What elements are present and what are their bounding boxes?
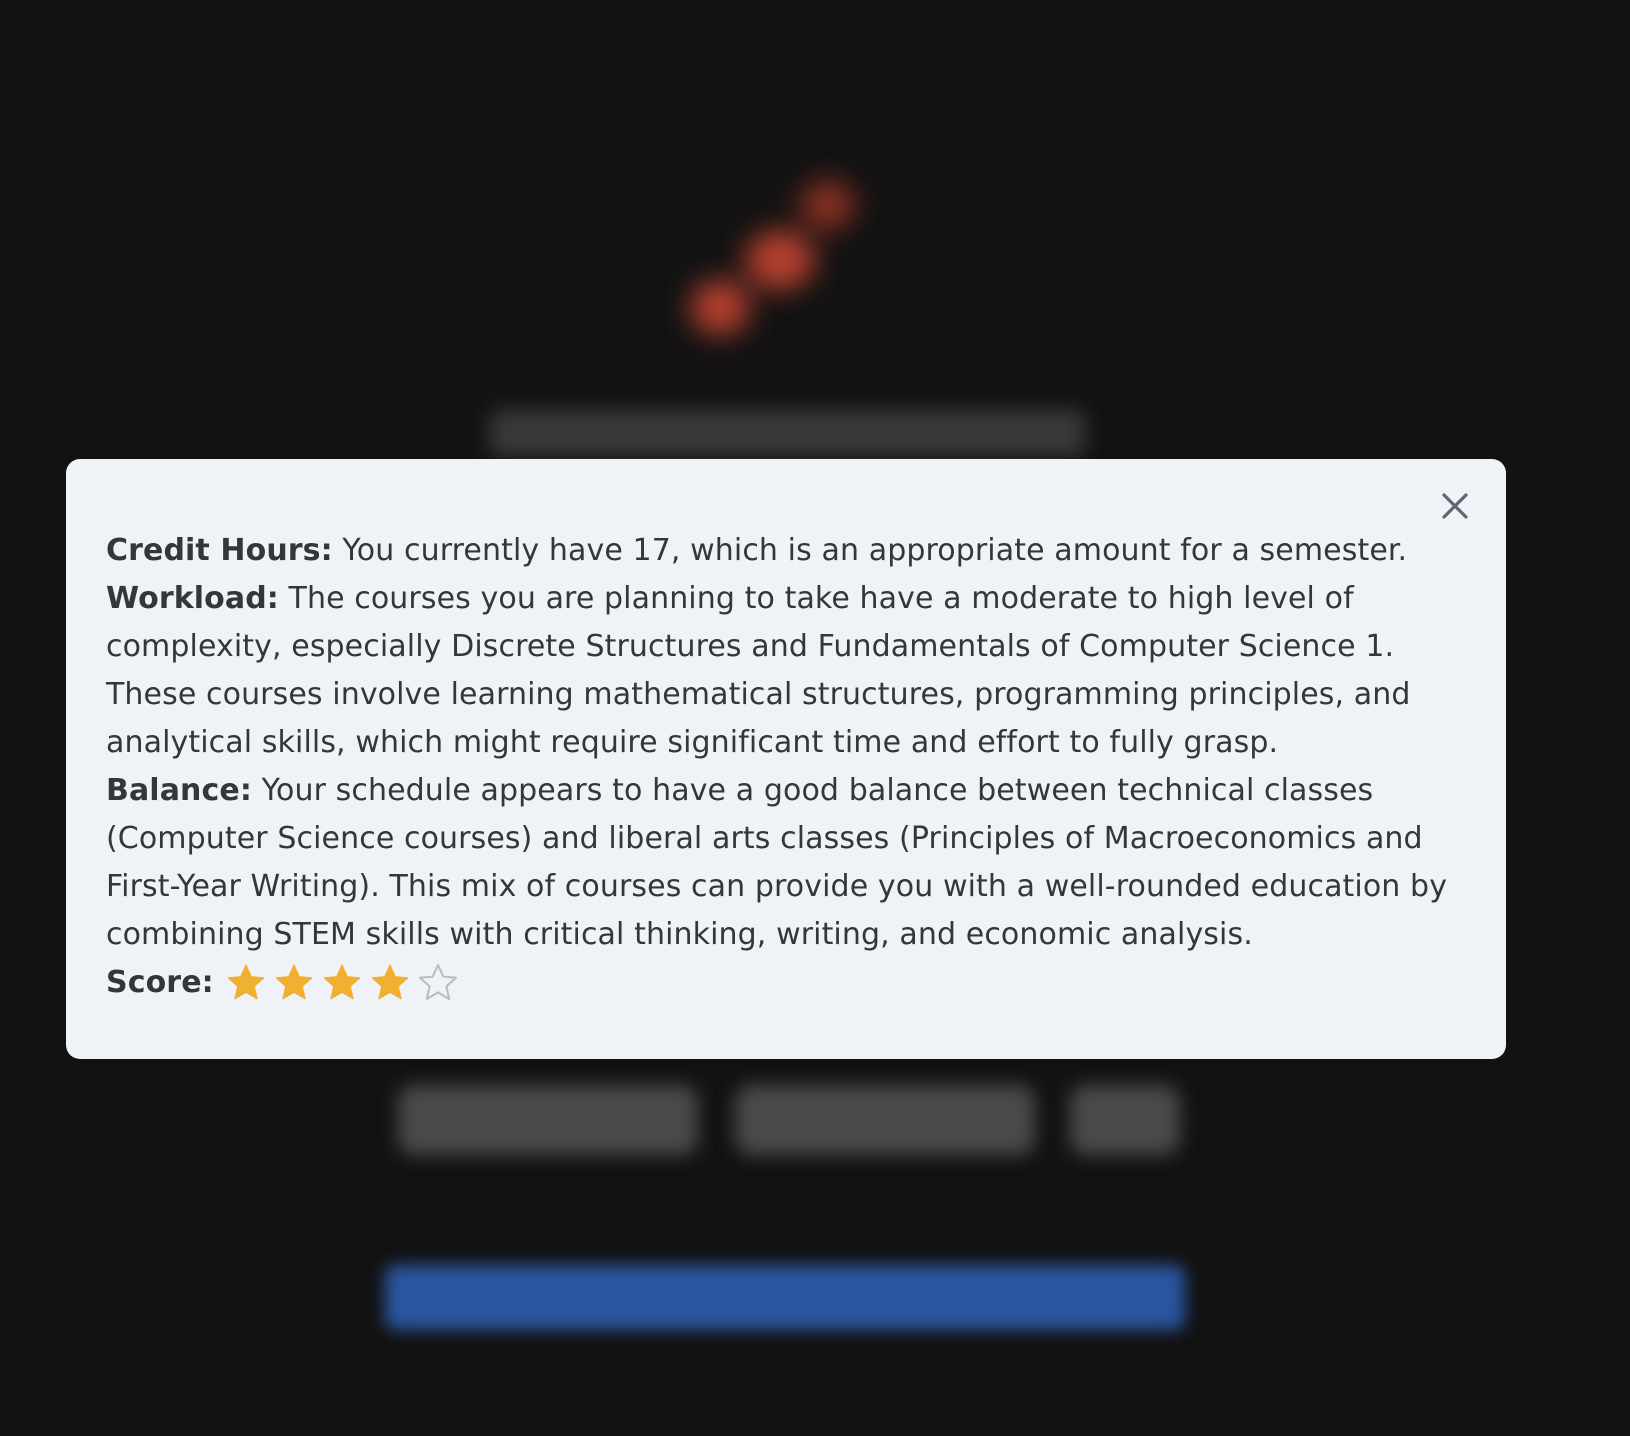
course-chip [1070,1085,1180,1155]
course-chip [735,1085,1035,1155]
credit-hours-text: You currently have 17, which is an appro… [332,533,1408,568]
balance-text: Your schedule appears to have a good bal… [106,773,1448,952]
app-logo [690,170,880,350]
star-rating [226,963,458,1003]
credit-hours-feedback: Credit Hours: You currently have 17, whi… [106,527,1466,575]
workload-text: The courses you are planning to take hav… [106,581,1411,760]
star-filled-icon [274,963,314,1003]
workload-label: Workload: [106,581,279,616]
score-row: Score: [106,959,1466,1007]
balance-feedback: Balance: Your schedule appears to have a… [106,767,1466,959]
star-filled-icon [226,963,266,1003]
course-chip [398,1085,698,1155]
star-filled-icon [322,963,362,1003]
star-filled-icon [370,963,410,1003]
schedule-feedback-modal: Credit Hours: You currently have 17, whi… [66,459,1506,1059]
primary-action-button [385,1265,1185,1330]
close-icon [1442,493,1468,519]
score-label: Score: [106,965,214,1000]
close-button[interactable] [1434,485,1476,527]
app-title [490,410,1085,456]
balance-label: Balance: [106,773,252,808]
workload-feedback: Workload: The courses you are planning t… [106,575,1466,767]
credit-hours-label: Credit Hours: [106,533,333,568]
star-outline-icon [418,963,458,1003]
